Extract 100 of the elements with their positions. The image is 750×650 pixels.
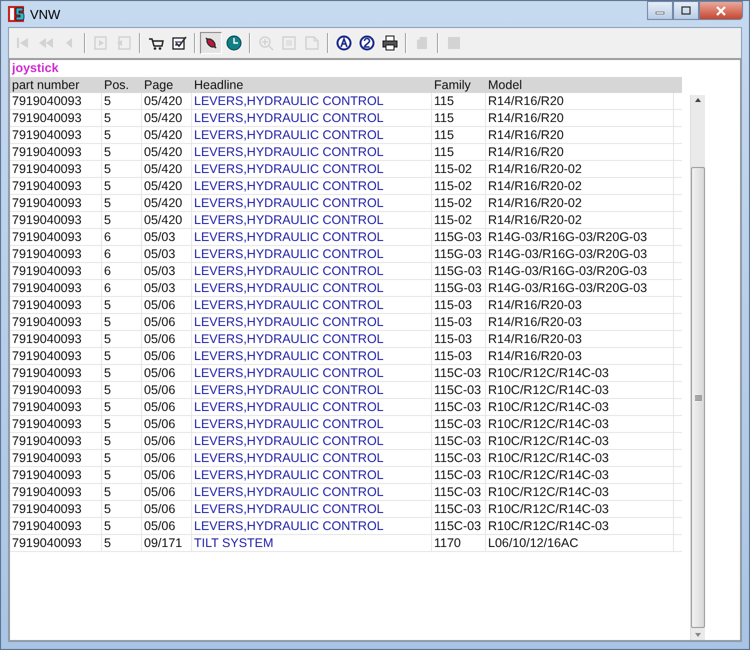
model-cell: R10C/R12C/R14C-03 xyxy=(486,416,674,432)
family-cell: 115G-03 xyxy=(432,229,486,245)
part-number-cell: 7919040093 xyxy=(10,382,102,398)
page-cell: 05/420 xyxy=(142,161,192,177)
part-number-cell: 7919040093 xyxy=(10,93,102,109)
column-header[interactable]: Family xyxy=(432,77,486,93)
column-header[interactable]: Pos. xyxy=(102,77,142,93)
family-cell: 115C-03 xyxy=(432,416,486,432)
family-cell: 115-02 xyxy=(432,212,486,228)
page-cell: 05/420 xyxy=(142,212,192,228)
family-cell: 115-02 xyxy=(432,178,486,194)
scroll-up-icon xyxy=(694,97,702,103)
headline-link[interactable]: LEVERS,HYDRAULIC CONTROL xyxy=(192,501,432,517)
headline-link[interactable]: LEVERS,HYDRAULIC CONTROL xyxy=(192,93,432,109)
page-cell: 05/03 xyxy=(142,280,192,296)
family-cell: 115 xyxy=(432,110,486,126)
headline-link[interactable]: LEVERS,HYDRAULIC CONTROL xyxy=(192,280,432,296)
headline-link[interactable]: LEVERS,HYDRAULIC CONTROL xyxy=(192,127,432,143)
headline-link[interactable]: LEVERS,HYDRAULIC CONTROL xyxy=(192,382,432,398)
skip-to-start-icon xyxy=(15,35,31,51)
page-cell: 05/420 xyxy=(142,127,192,143)
part-number-cell: 7919040093 xyxy=(10,178,102,194)
page-cell: 05/420 xyxy=(142,93,192,109)
position-cell: 5 xyxy=(102,501,142,517)
grip-icon xyxy=(694,394,702,400)
vertical-scrollbar[interactable] xyxy=(690,95,705,640)
headline-link[interactable]: LEVERS,HYDRAULIC CONTROL xyxy=(192,144,432,160)
family-cell: 115-03 xyxy=(432,348,486,364)
headline-link[interactable]: LEVERS,HYDRAULIC CONTROL xyxy=(192,195,432,211)
column-header[interactable]: Page xyxy=(142,77,192,93)
maximize-button[interactable] xyxy=(673,1,699,20)
position-cell: 5 xyxy=(102,348,142,364)
headline-link[interactable]: LEVERS,HYDRAULIC CONTROL xyxy=(192,178,432,194)
position-cell: 5 xyxy=(102,331,142,347)
headline-link[interactable]: LEVERS,HYDRAULIC CONTROL xyxy=(192,263,432,279)
column-header[interactable]: Headline xyxy=(192,77,432,93)
headline-link[interactable]: LEVERS,HYDRAULIC CONTROL xyxy=(192,365,432,381)
column-header[interactable]: Model xyxy=(486,77,674,93)
headline-link[interactable]: LEVERS,HYDRAULIC CONTROL xyxy=(192,348,432,364)
headline-link[interactable]: LEVERS,HYDRAULIC CONTROL xyxy=(192,484,432,500)
position-cell: 5 xyxy=(102,416,142,432)
model-cell: R14/R16/R20-02 xyxy=(486,161,674,177)
page-icon xyxy=(281,35,297,51)
part-number-cell: 7919040093 xyxy=(10,399,102,415)
family-cell: 115-03 xyxy=(432,297,486,313)
page-cell: 05/06 xyxy=(142,382,192,398)
headline-link[interactable]: LEVERS,HYDRAULIC CONTROL xyxy=(192,314,432,330)
model-cell: R10C/R12C/R14C-03 xyxy=(486,501,674,517)
family-cell: 115G-03 xyxy=(432,246,486,262)
model-cell: R14G-03/R16G-03/R20G-03 xyxy=(486,263,674,279)
family-cell: 1170 xyxy=(432,535,486,551)
page-cell: 05/03 xyxy=(142,263,192,279)
model-cell: R14/R16/R20-03 xyxy=(486,297,674,313)
part-number-cell: 7919040093 xyxy=(10,450,102,466)
headline-link[interactable]: LEVERS,HYDRAULIC CONTROL xyxy=(192,297,432,313)
model-cell: R10C/R12C/R14C-03 xyxy=(486,518,674,534)
headline-link[interactable]: LEVERS,HYDRAULIC CONTROL xyxy=(192,110,432,126)
model-cell: R14/R16/R20-03 xyxy=(486,348,674,364)
page-cell: 05/06 xyxy=(142,297,192,313)
part-number-cell: 7919040093 xyxy=(10,246,102,262)
family-cell: 115-03 xyxy=(432,314,486,330)
family-cell: 115C-03 xyxy=(432,365,486,381)
model-cell: R14G-03/R16G-03/R20G-03 xyxy=(486,280,674,296)
headline-link[interactable]: LEVERS,HYDRAULIC CONTROL xyxy=(192,399,432,415)
part-number-cell: 7919040093 xyxy=(10,331,102,347)
family-cell: 115 xyxy=(432,127,486,143)
page-cell: 05/06 xyxy=(142,450,192,466)
headline-link[interactable]: LEVERS,HYDRAULIC CONTROL xyxy=(192,416,432,432)
position-cell: 5 xyxy=(102,178,142,194)
part-number-cell: 7919040093 xyxy=(10,484,102,500)
model-cell: R10C/R12C/R14C-03 xyxy=(486,450,674,466)
toolbar-button[interactable] xyxy=(200,32,222,54)
part-number-cell: 7919040093 xyxy=(10,518,102,534)
headline-link[interactable]: LEVERS,HYDRAULIC CONTROL xyxy=(192,467,432,483)
headline-link[interactable]: LEVERS,HYDRAULIC CONTROL xyxy=(192,229,432,245)
maximize-icon xyxy=(681,6,691,15)
headline-link[interactable]: LEVERS,HYDRAULIC CONTROL xyxy=(192,246,432,262)
printer-icon xyxy=(382,35,398,51)
window-title: VNW xyxy=(30,6,60,22)
column-header[interactable]: part number xyxy=(10,77,102,93)
position-cell: 5 xyxy=(102,535,142,551)
part-number-cell: 7919040093 xyxy=(10,212,102,228)
page-cell: 05/06 xyxy=(142,501,192,517)
close-button[interactable] xyxy=(699,1,743,20)
headline-link[interactable]: TILT SYSTEM xyxy=(192,535,432,551)
page-cell: 05/06 xyxy=(142,416,192,432)
position-cell: 6 xyxy=(102,246,142,262)
part-number-cell: 7919040093 xyxy=(10,144,102,160)
close-icon xyxy=(715,6,727,16)
scrollbar-thumb[interactable] xyxy=(691,167,705,628)
notepad-icon xyxy=(414,35,430,51)
headline-link[interactable]: LEVERS,HYDRAULIC CONTROL xyxy=(192,212,432,228)
family-cell: 115-03 xyxy=(432,331,486,347)
headline-link[interactable]: LEVERS,HYDRAULIC CONTROL xyxy=(192,518,432,534)
headline-link[interactable]: LEVERS,HYDRAULIC CONTROL xyxy=(192,161,432,177)
position-cell: 5 xyxy=(102,144,142,160)
headline-link[interactable]: LEVERS,HYDRAULIC CONTROL xyxy=(192,433,432,449)
headline-link[interactable]: LEVERS,HYDRAULIC CONTROL xyxy=(192,450,432,466)
model-cell: R14G-03/R16G-03/R20G-03 xyxy=(486,229,674,245)
headline-link[interactable]: LEVERS,HYDRAULIC CONTROL xyxy=(192,331,432,347)
